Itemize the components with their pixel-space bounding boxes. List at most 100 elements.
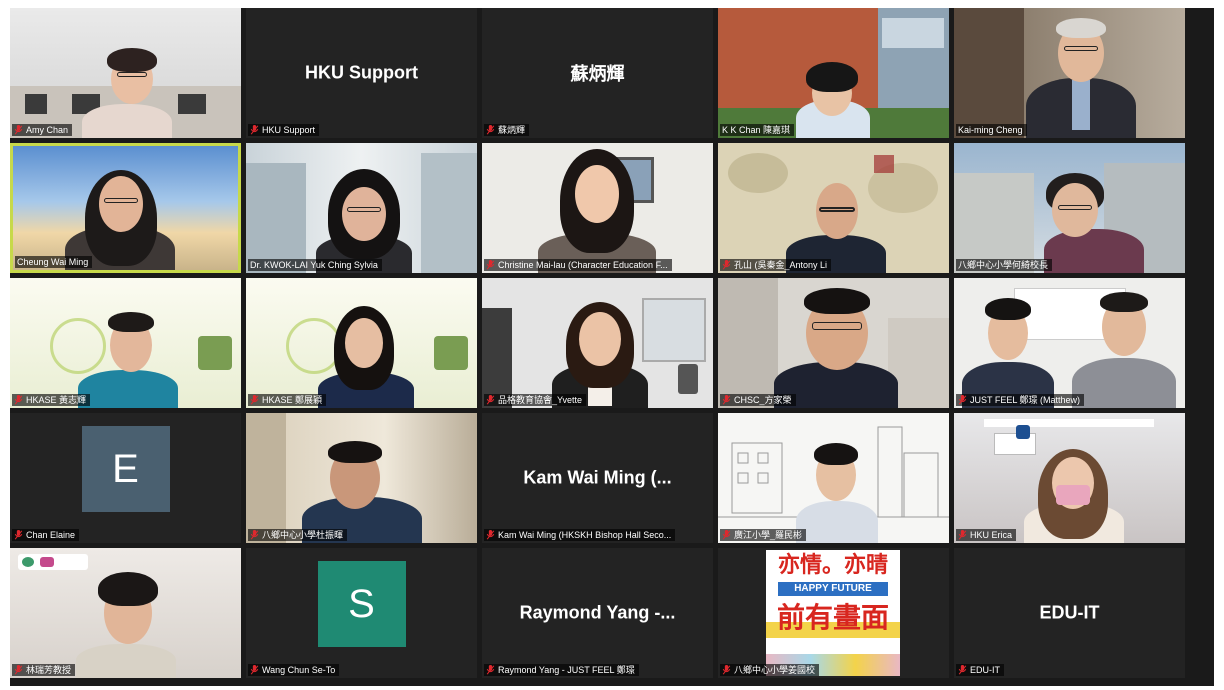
participant-tile-pat-heung-principal[interactable]: 八鄉中心小學何綺校長 bbox=[954, 143, 1185, 273]
participant-name: 八鄉中心小學姜國校 bbox=[734, 665, 816, 675]
video-feed bbox=[482, 278, 713, 408]
participant-tile-wang-chun-se-to[interactable]: S Wang Chun Se-To bbox=[246, 548, 477, 678]
mic-muted-icon bbox=[14, 665, 23, 675]
participant-nameplate: Christine Mai-lau (Character Education F… bbox=[484, 259, 672, 271]
video-feed bbox=[954, 413, 1185, 543]
participant-name: Cheung Wai Ming bbox=[17, 257, 89, 267]
participant-nameplate: K K Chan 陳嘉琪 bbox=[720, 124, 795, 136]
video-feed bbox=[954, 143, 1185, 273]
mic-muted-icon bbox=[722, 665, 731, 675]
participant-name: HKASE 黃志輝 bbox=[26, 395, 87, 405]
participant-tile-cheung-wai-ming[interactable]: Cheung Wai Ming bbox=[10, 143, 241, 273]
video-feed bbox=[10, 548, 241, 678]
mic-muted-icon bbox=[958, 530, 967, 540]
participant-nameplate: HKASE 黃志輝 bbox=[12, 394, 91, 406]
mic-muted-icon bbox=[14, 395, 23, 405]
participant-display-name: Kam Wai Ming (... bbox=[523, 467, 672, 488]
participant-tile-just-feel-matthew[interactable]: JUST FEEL 鄭璟 (Matthew) bbox=[954, 278, 1185, 408]
participant-name: Amy Chan bbox=[26, 125, 69, 135]
participant-nameplate: 林瑞芳教授 bbox=[12, 664, 76, 676]
participant-nameplate: 蘇炳輝 bbox=[484, 124, 530, 136]
participant-name: 八鄉中心小學杜振暉 bbox=[262, 530, 344, 540]
video-feed bbox=[482, 143, 713, 273]
participant-display-name: EDU-IT bbox=[1039, 602, 1100, 623]
happy-future-sign: 亦情。亦晴 HAPPY FUTURE 前有畫面 bbox=[766, 550, 900, 676]
participant-tile-so-bing-fai[interactable]: 蘇炳輝 蘇炳輝 bbox=[482, 8, 713, 138]
participant-tile-hkase-cheng[interactable]: HKASE 鄭展穎 bbox=[246, 278, 477, 408]
mic-muted-icon bbox=[250, 665, 259, 675]
participant-name: HKASE 鄭展穎 bbox=[262, 395, 323, 405]
participant-nameplate: Dr. KWOK-LAI Yuk Ching Sylvia bbox=[248, 259, 382, 271]
mic-muted-icon bbox=[486, 395, 495, 405]
participant-display-name: 蘇炳輝 bbox=[570, 64, 625, 84]
mic-muted-icon bbox=[486, 665, 495, 675]
participant-tile-kam-wai-ming[interactable]: Kam Wai Ming (... Kam Wai Ming (HKSKH Bi… bbox=[482, 413, 713, 543]
participant-tile-chsc-fong[interactable]: CHSC_方家榮 bbox=[718, 278, 949, 408]
participant-nameplate: Raymond Yang - JUST FEEL 鄭璟 bbox=[484, 664, 639, 676]
participant-name: CHSC_方家榮 bbox=[734, 395, 792, 405]
video-feed bbox=[718, 143, 949, 273]
video-feed bbox=[954, 278, 1185, 408]
participant-display-name: Raymond Yang -... bbox=[519, 602, 676, 623]
mic-muted-icon bbox=[486, 260, 495, 270]
participant-name: 品格教育協會_Yvette bbox=[498, 395, 583, 405]
participant-tile-edu-it[interactable]: EDU-IT EDU-IT bbox=[954, 548, 1185, 678]
participant-tile-pat-heung-school[interactable]: 亦情。亦晴 HAPPY FUTURE 前有畫面 八鄉中心小學姜國校 bbox=[718, 548, 949, 678]
participant-nameplate: 品格教育協會_Yvette bbox=[484, 394, 587, 406]
participant-tile-chan-elaine[interactable]: E Chan Elaine bbox=[10, 413, 241, 543]
participant-nameplate: Kai-ming Cheng bbox=[956, 124, 1027, 136]
video-gallery: Amy Chan HKU Support HKU Support 蘇炳輝 蘇炳輝… bbox=[10, 8, 1214, 686]
participant-name: 蘇炳輝 bbox=[498, 125, 526, 135]
sign-bottom-line: 前有畫面 bbox=[766, 598, 900, 638]
video-feed bbox=[718, 413, 949, 543]
participant-tile-hkase-wong[interactable]: HKASE 黃志輝 bbox=[10, 278, 241, 408]
participant-tile-kwong-kong[interactable]: 廣江小學_羅民彬 bbox=[718, 413, 949, 543]
participant-name: 孔山 (吳秦金_Antony Li bbox=[734, 260, 828, 270]
participant-tile-raymond-yang[interactable]: Raymond Yang -... Raymond Yang - JUST FE… bbox=[482, 548, 713, 678]
mic-muted-icon bbox=[722, 260, 731, 270]
participant-name: Kam Wai Ming (HKSKH Bishop Hall Seco... bbox=[498, 530, 672, 540]
participant-nameplate: EDU-IT bbox=[956, 664, 1004, 676]
participant-name: Dr. KWOK-LAI Yuk Ching Sylvia bbox=[250, 260, 378, 270]
participant-tile-hku-support[interactable]: HKU Support HKU Support bbox=[246, 8, 477, 138]
mic-muted-icon bbox=[250, 530, 259, 540]
participant-tile-yvette[interactable]: 品格教育協會_Yvette bbox=[482, 278, 713, 408]
participant-tile-hku-erica[interactable]: HKU Erica bbox=[954, 413, 1185, 543]
mic-muted-icon bbox=[14, 125, 23, 135]
participant-nameplate: Kam Wai Ming (HKSKH Bishop Hall Seco... bbox=[484, 529, 676, 541]
mic-muted-icon bbox=[486, 125, 495, 135]
participant-tile-kk-chan[interactable]: K K Chan 陳嘉琪 bbox=[718, 8, 949, 138]
sign-top-line: 亦情。亦晴 bbox=[777, 552, 888, 577]
video-feed: 亦情。亦晴 HAPPY FUTURE 前有畫面 bbox=[718, 548, 949, 678]
participant-name: Raymond Yang - JUST FEEL 鄭璟 bbox=[498, 665, 635, 675]
participant-nameplate: 八鄉中心小學姜國校 bbox=[720, 664, 820, 676]
video-feed bbox=[13, 146, 238, 270]
participant-nameplate: CHSC_方家榮 bbox=[720, 394, 796, 406]
participant-tile-antony-li[interactable]: 孔山 (吳秦金_Antony Li bbox=[718, 143, 949, 273]
participant-tile-pat-heung-to[interactable]: 八鄉中心小學杜振暉 bbox=[246, 413, 477, 543]
mic-muted-icon bbox=[250, 125, 259, 135]
video-feed bbox=[246, 413, 477, 543]
participant-name: 林瑞芳教授 bbox=[26, 665, 72, 675]
participant-tile-amy-chan[interactable]: Amy Chan bbox=[10, 8, 241, 138]
participant-name: JUST FEEL 鄭璟 (Matthew) bbox=[970, 395, 1081, 405]
avatar: E bbox=[81, 426, 170, 512]
participant-tile-kai-ming-cheng[interactable]: Kai-ming Cheng bbox=[954, 8, 1185, 138]
participant-tile-kwok-lai-yuk-ching[interactable]: Dr. KWOK-LAI Yuk Ching Sylvia bbox=[246, 143, 477, 273]
participant-tile-christine-mai-lau[interactable]: Christine Mai-lau (Character Education F… bbox=[482, 143, 713, 273]
participant-nameplate: HKU Erica bbox=[956, 529, 1017, 541]
mic-muted-icon bbox=[958, 665, 967, 675]
participant-nameplate: Chan Elaine bbox=[12, 529, 80, 541]
participant-nameplate: Wang Chun Se-To bbox=[248, 664, 340, 676]
mic-muted-icon bbox=[722, 530, 731, 540]
participant-nameplate: 廣江小學_羅民彬 bbox=[720, 529, 807, 541]
video-feed bbox=[246, 278, 477, 408]
participant-nameplate: JUST FEEL 鄭璟 (Matthew) bbox=[956, 394, 1085, 406]
participant-name: K K Chan 陳嘉琪 bbox=[722, 125, 791, 135]
video-feed bbox=[246, 143, 477, 273]
avatar: S bbox=[317, 561, 406, 647]
participant-name: Christine Mai-lau (Character Education F… bbox=[498, 260, 668, 270]
participant-name: 廣江小學_羅民彬 bbox=[734, 530, 803, 540]
mic-muted-icon bbox=[958, 395, 967, 405]
participant-tile-professor-lam[interactable]: 林瑞芳教授 bbox=[10, 548, 241, 678]
